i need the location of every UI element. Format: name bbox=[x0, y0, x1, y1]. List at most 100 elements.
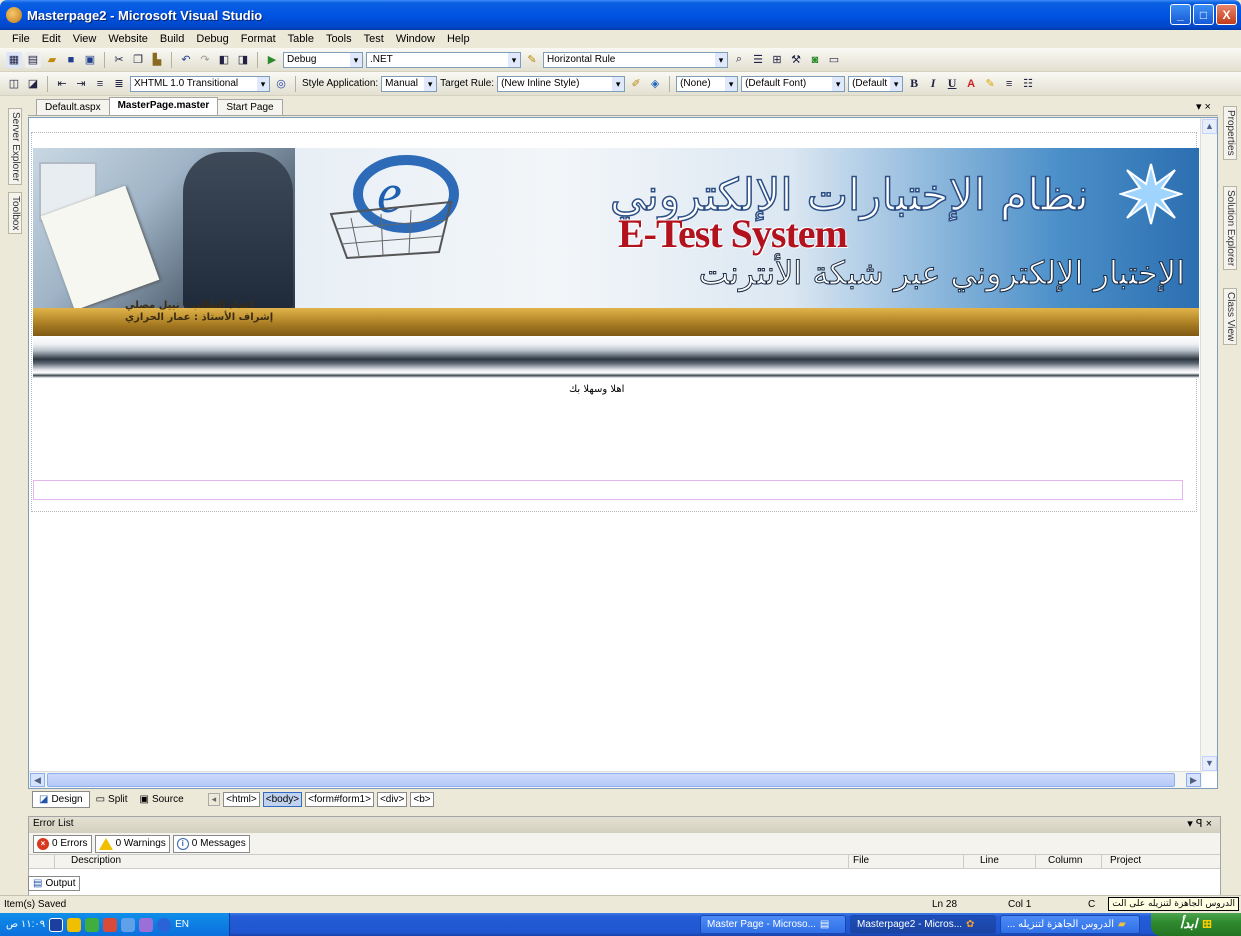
breadcrumb-div[interactable]: <div> bbox=[376, 791, 408, 807]
save-icon[interactable]: ■ bbox=[63, 52, 79, 68]
messenger-icon[interactable] bbox=[67, 917, 82, 932]
insert-icon[interactable]: ✎ bbox=[524, 52, 540, 68]
minimize-button[interactable]: _ bbox=[1170, 4, 1191, 25]
vertical-scrollbar[interactable]: ▲ ▼ bbox=[1200, 118, 1217, 772]
server-explorer-tab[interactable]: Server Explorer bbox=[8, 108, 22, 186]
font-name-combo[interactable]: (Default Font) bbox=[741, 75, 846, 92]
network-icon[interactable] bbox=[49, 917, 64, 932]
scroll-right-icon[interactable]: ▶ bbox=[1186, 773, 1201, 787]
scroll-down-icon[interactable]: ▼ bbox=[1202, 756, 1217, 771]
other-windows-icon[interactable]: ▭ bbox=[826, 52, 842, 68]
scroll-left-icon[interactable]: ◀ bbox=[30, 773, 45, 787]
restore-button[interactable]: □ bbox=[1193, 4, 1214, 25]
menu-view[interactable]: View bbox=[67, 33, 103, 45]
split-view-button[interactable]: ▭ Split bbox=[90, 792, 134, 807]
column-description[interactable]: Description bbox=[55, 855, 849, 868]
warnings-filter-button[interactable]: 0 Warnings bbox=[94, 834, 170, 853]
design-surface[interactable]: e نظام الإختبارات الإلكتروني E-Test Syst… bbox=[28, 117, 1218, 789]
solution-explorer-tab[interactable]: Solution Explorer bbox=[1223, 186, 1237, 271]
tab-masterpage-master[interactable]: MasterPage.master bbox=[108, 97, 219, 115]
breadcrumb-html[interactable]: <html> bbox=[223, 791, 260, 807]
new-project-icon[interactable]: ▦ bbox=[6, 51, 22, 68]
output-tab[interactable]: ▤ Output bbox=[28, 876, 81, 891]
volume-icon[interactable] bbox=[121, 917, 136, 932]
manage-styles-icon[interactable]: ◈ bbox=[647, 76, 663, 92]
menu-website[interactable]: Website bbox=[102, 33, 154, 45]
tab-start-page[interactable]: Start Page bbox=[217, 99, 283, 115]
object-browser-icon[interactable]: ⊞ bbox=[769, 52, 785, 68]
breadcrumb-body[interactable]: <body> bbox=[262, 791, 303, 807]
properties-tab[interactable]: Properties bbox=[1223, 106, 1237, 160]
uncomment-icon[interactable]: ≣ bbox=[111, 76, 127, 92]
check-page-icon[interactable]: ◪ bbox=[25, 76, 41, 92]
start-button[interactable]: ابدأ ⊞ bbox=[1151, 913, 1241, 936]
design-view-button[interactable]: ◪ Design bbox=[32, 790, 90, 808]
arrow-icon[interactable] bbox=[157, 917, 172, 932]
insert-element-combo[interactable]: Horizontal Rule bbox=[543, 51, 728, 68]
add-item-icon[interactable]: ▤ bbox=[25, 51, 41, 68]
start-page-icon[interactable]: ◙ bbox=[807, 52, 823, 68]
content-placeholder-box[interactable] bbox=[33, 480, 1183, 500]
welcome-text[interactable]: اهلا وسهلا بك bbox=[569, 384, 624, 395]
start-debugging-icon[interactable]: ▶ bbox=[264, 52, 280, 68]
browser-compat-icon[interactable]: ◎ bbox=[273, 76, 289, 92]
style-application-combo[interactable]: Manual bbox=[381, 75, 438, 92]
menu-window[interactable]: Window bbox=[390, 33, 441, 45]
menu-edit[interactable]: Edit bbox=[36, 33, 67, 45]
taskbar-item-visual-studio[interactable]: Masterpage2 - Micros... ✿ bbox=[850, 915, 996, 934]
menu-format[interactable]: Format bbox=[235, 33, 282, 45]
column-icon[interactable] bbox=[29, 855, 55, 868]
apply-style-icon[interactable]: ✐ bbox=[628, 76, 644, 92]
find-icon[interactable]: ⌕ bbox=[731, 52, 747, 68]
outdent-icon[interactable]: ⇤ bbox=[54, 76, 70, 92]
messages-filter-button[interactable]: i0 Messages bbox=[172, 834, 250, 853]
scroll-thumb[interactable] bbox=[47, 773, 1175, 787]
errors-filter-button[interactable]: × 0 Errors bbox=[33, 834, 92, 853]
column-column[interactable]: Column bbox=[1036, 855, 1102, 868]
breadcrumb-form[interactable]: <form#form1> bbox=[305, 791, 374, 807]
copy-icon[interactable]: ❐ bbox=[130, 52, 146, 68]
menu-test[interactable]: Test bbox=[358, 33, 390, 45]
font-color-icon[interactable]: A bbox=[963, 76, 979, 92]
update-icon[interactable] bbox=[139, 917, 154, 932]
taskbar-item-folder[interactable]: الدروس الجاهزة لتنزيله ... ▰ bbox=[1000, 915, 1140, 934]
clock[interactable]: ١١:٠٩ ص bbox=[6, 919, 45, 930]
toolbox-icon[interactable]: ⚒ bbox=[788, 52, 804, 68]
save-all-icon[interactable]: ▣ bbox=[82, 52, 98, 68]
security-icon[interactable] bbox=[103, 917, 118, 932]
properties-window-icon[interactable]: ☰ bbox=[750, 52, 766, 68]
scroll-up-icon[interactable]: ▲ bbox=[1202, 119, 1217, 134]
class-view-tab[interactable]: Class View bbox=[1223, 288, 1237, 346]
target-rule-combo[interactable]: (New Inline Style) bbox=[497, 75, 626, 92]
bullets-icon[interactable]: ☷ bbox=[1020, 76, 1036, 92]
close-button[interactable]: X bbox=[1216, 4, 1237, 25]
menu-help[interactable]: Help bbox=[441, 33, 476, 45]
cut-icon[interactable]: ✂ bbox=[111, 52, 127, 68]
column-project[interactable]: Project bbox=[1102, 855, 1212, 868]
block-format-combo[interactable]: (None) bbox=[676, 75, 739, 92]
tab-default-aspx[interactable]: Default.aspx bbox=[36, 99, 110, 115]
column-line[interactable]: Line bbox=[964, 855, 1036, 868]
italic-button[interactable]: I bbox=[925, 76, 941, 92]
solution-platform-combo[interactable]: .NET bbox=[366, 51, 521, 68]
navigate-forward-icon[interactable]: ◨ bbox=[235, 52, 251, 68]
redo-icon[interactable]: ↷ bbox=[197, 52, 213, 68]
menu-tools[interactable]: Tools bbox=[320, 33, 358, 45]
solution-configuration-combo[interactable]: Debug bbox=[283, 51, 363, 68]
error-list-controls[interactable]: ▾ ꟼ × bbox=[1187, 817, 1212, 830]
highlight-icon[interactable]: ✎ bbox=[982, 76, 998, 92]
menu-debug[interactable]: Debug bbox=[190, 33, 234, 45]
indent-icon[interactable]: ⇥ bbox=[73, 76, 89, 92]
breadcrumb-left-icon[interactable]: ◂ bbox=[207, 792, 221, 806]
language-indicator[interactable]: EN bbox=[175, 919, 189, 930]
font-size-combo[interactable]: (Default bbox=[848, 75, 904, 92]
bold-button[interactable]: B bbox=[906, 76, 922, 92]
menu-build[interactable]: Build bbox=[154, 33, 190, 45]
paste-icon[interactable]: ▙ bbox=[149, 52, 165, 68]
tab-close-controls[interactable]: ▾ × bbox=[1196, 100, 1211, 113]
menu-file[interactable]: File bbox=[6, 33, 36, 45]
toolbox-tab[interactable]: Toolbox bbox=[8, 192, 22, 235]
column-file[interactable]: File bbox=[849, 855, 964, 868]
doctype-combo[interactable]: XHTML 1.0 Transitional bbox=[130, 75, 270, 92]
menu-table[interactable]: Table bbox=[282, 33, 320, 45]
